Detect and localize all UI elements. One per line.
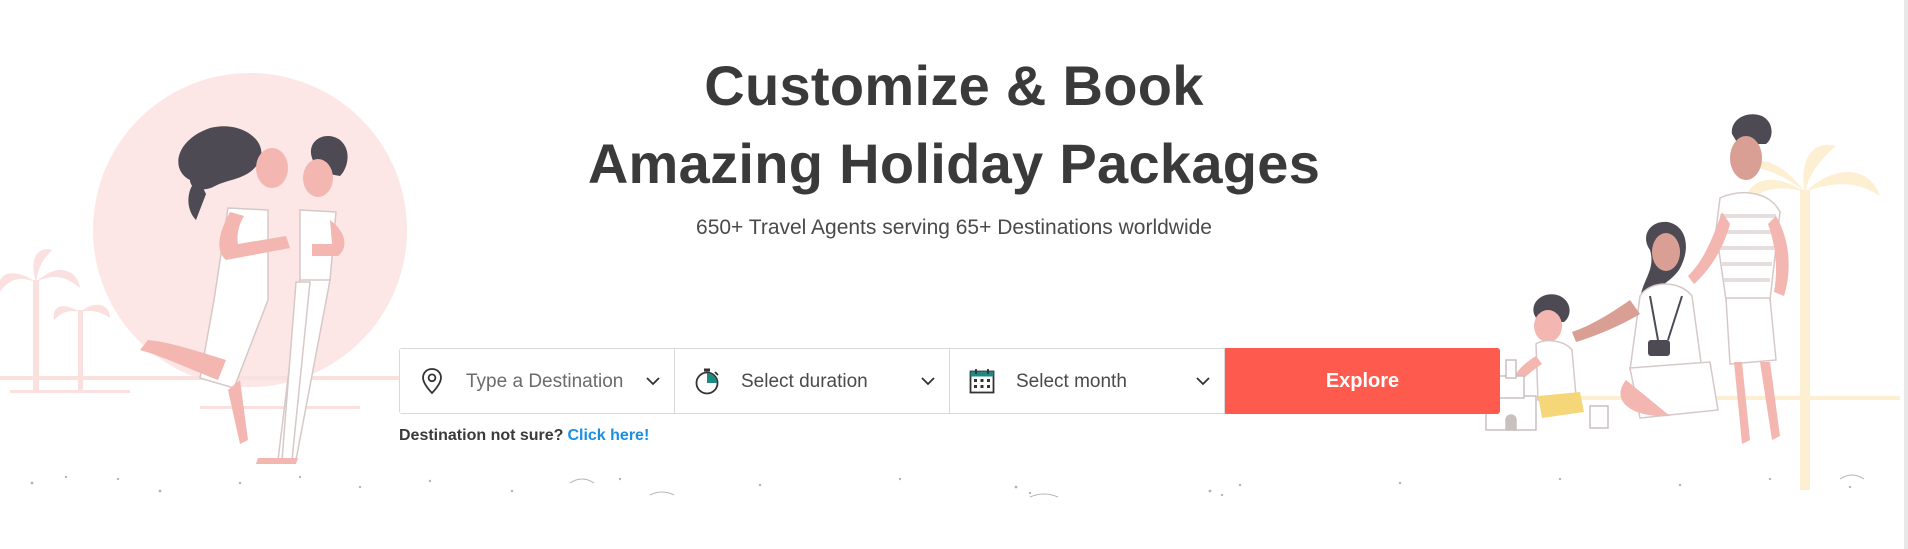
hero-title-line-2: Amazing Holiday Packages (587, 132, 1321, 195)
ground-decoration (30, 474, 1865, 498)
hero-title-line-1: Customize & Book (704, 54, 1204, 117)
click-here-link[interactable]: Click here! (567, 427, 649, 444)
chevron-down-icon[interactable] (644, 373, 662, 389)
location-pin-icon (422, 368, 442, 395)
month-label: Select month (1016, 371, 1127, 392)
calendar-icon (969, 369, 995, 394)
destination-field[interactable] (400, 349, 675, 413)
duration-label: Select duration (741, 371, 868, 392)
hero-banner: Customize & Book Amazing Holiday Package… (0, 0, 1908, 549)
chevron-down-icon[interactable] (1194, 373, 1212, 389)
package-search-bar: Select duration Select month Explore (399, 348, 1500, 414)
explore-button[interactable]: Explore (1225, 348, 1500, 414)
stopwatch-icon (695, 368, 719, 395)
chevron-down-icon[interactable] (919, 373, 937, 389)
duration-dropdown[interactable]: Select duration (675, 349, 950, 413)
month-dropdown[interactable]: Select month (950, 349, 1225, 413)
destination-hint-text: Destination not sure? (399, 427, 564, 444)
hero-subtitle: 650+ Travel Agents serving 65+ Destinati… (696, 216, 1212, 239)
destination-input[interactable] (466, 369, 646, 395)
scrollbar[interactable] (1904, 0, 1908, 549)
destination-hint: Destination not sure? Click here! (399, 425, 649, 447)
